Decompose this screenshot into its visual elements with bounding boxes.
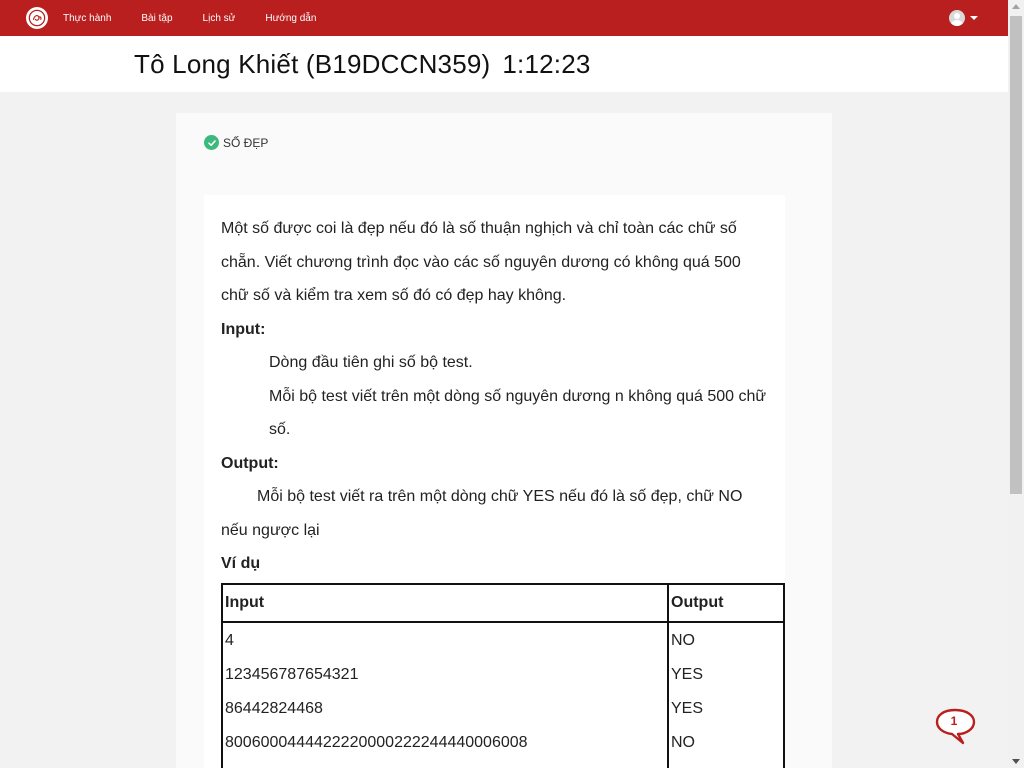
logo-icon [28, 9, 46, 27]
table-header-output: Output [667, 582, 785, 623]
input-line: 8006000444422220000222244440006008 [225, 733, 528, 751]
input-line: 123456787654321 [225, 665, 359, 683]
table-header-input: Input [221, 582, 669, 623]
table-row: 4 123456787654321 86442824468 8006000444… [221, 620, 785, 768]
site-logo[interactable] [26, 7, 48, 29]
output-line: YES [671, 665, 704, 683]
scrollbar-thumb[interactable] [1010, 16, 1022, 494]
nav-item-exercises[interactable]: Bài tập [141, 13, 172, 24]
top-navbar: Thực hành Bài tập Lịch sử Hướng dẫn [0, 0, 1008, 36]
table-cell-output: NO YES YES NO [667, 620, 785, 768]
problem-statement: Một số được coi là đẹp nếu đó là số thuậ… [204, 195, 785, 768]
output-heading: Output: [221, 454, 279, 472]
chat-bubble-button[interactable]: 1 [935, 708, 977, 746]
nav-item-guide[interactable]: Hướng dẫn [265, 13, 316, 24]
chevron-down-icon [970, 16, 978, 20]
input-line-2: Mỗi bộ test viết trên một dòng số nguyên… [269, 387, 767, 439]
example-table: Input Output 4 123456787654321 864428244… [221, 582, 785, 768]
scroll-down-arrow-icon[interactable] [1012, 759, 1020, 764]
vertical-scrollbar[interactable] [1008, 0, 1024, 768]
input-heading: Input: [221, 320, 266, 338]
example-heading: Ví dụ [221, 555, 261, 572]
check-circle-icon [204, 135, 219, 150]
chat-count: 1 [950, 714, 958, 728]
output-line: YES [671, 699, 704, 717]
problem-status: SỐ ĐẸP [204, 135, 268, 150]
table-cell-input: 4 123456787654321 86442824468 8006000444… [221, 620, 669, 768]
statement-intro: Một số được coi là đẹp nếu đó là số thuậ… [221, 220, 741, 304]
nav-links: Thực hành Bài tập Lịch sử Hướng dẫn [63, 0, 346, 36]
input-line-1: Dòng đầu tiên ghi số bộ test. [269, 354, 473, 371]
countdown-timer: 1:12:23 [502, 49, 591, 79]
output-text: Mỗi bộ test viết ra trên một dòng chữ YE… [221, 488, 743, 539]
input-line: 86442824468 [225, 699, 323, 717]
user-avatar-icon [949, 10, 965, 26]
table-header-row: Input Output [221, 582, 785, 623]
nav-item-history[interactable]: Lịch sử [203, 13, 236, 24]
output-line: NO [671, 631, 695, 649]
output-line: NO [671, 733, 695, 751]
input-line: 4 [225, 631, 234, 649]
input-line: 235365789787654324567856578654356786556 [225, 760, 665, 768]
nav-item-practice[interactable]: Thực hành [63, 13, 111, 24]
user-menu[interactable] [949, 10, 978, 26]
problem-name: SỐ ĐẸP [223, 135, 269, 150]
page-header: Tô Long Khiết (B19DCCN359) 1:12:23 [0, 36, 1008, 92]
scroll-up-arrow-icon[interactable] [1012, 4, 1020, 9]
page-title: Tô Long Khiết (B19DCCN359) 1:12:23 [134, 49, 591, 80]
student-name: Tô Long Khiết (B19DCCN359) [134, 49, 491, 79]
problem-card: SỐ ĐẸP Một số được coi là đẹp nếu đó là … [176, 113, 832, 768]
